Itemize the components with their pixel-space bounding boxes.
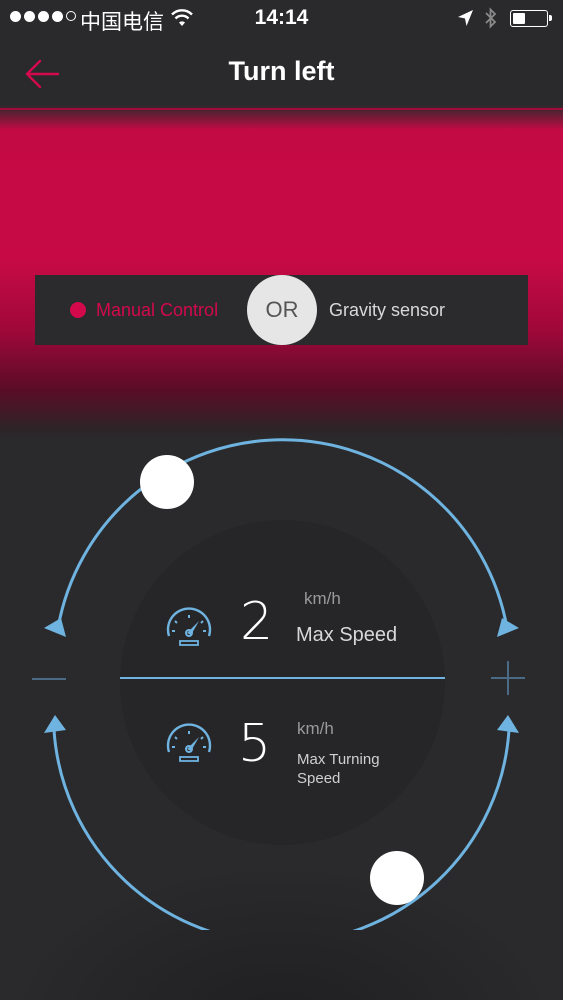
gravity-sensor-label: Gravity sensor xyxy=(329,299,446,320)
battery-icon xyxy=(510,10,552,27)
app-screen: 中国电信 14:14 Turn left Manual Control Grav… xyxy=(0,0,563,1000)
arrowhead-lower-left xyxy=(44,715,66,733)
turning-speed-knob[interactable] xyxy=(370,851,424,905)
page-title: Turn left xyxy=(228,56,335,86)
arrowhead-upper-left xyxy=(44,618,66,637)
max-speed-value: 2 xyxy=(240,592,274,652)
minus-icon xyxy=(32,678,66,680)
selected-indicator-dot xyxy=(70,302,86,318)
manual-control-option[interactable]: Manual Control xyxy=(70,275,218,345)
max-turning-speed-unit: km/h xyxy=(297,719,334,738)
max-speed-label: Max Speed xyxy=(296,624,398,646)
manual-control-label: Manual Control xyxy=(96,299,219,320)
arrowhead-upper-right xyxy=(497,618,519,637)
bluetooth-icon xyxy=(485,7,497,29)
decrease-button[interactable] xyxy=(32,671,66,687)
status-bar: 中国电信 14:14 xyxy=(0,0,563,38)
max-speed-knob[interactable] xyxy=(140,455,194,509)
navigation-bar: Turn left xyxy=(0,38,563,108)
dial-center xyxy=(120,520,445,845)
speedometer-icon xyxy=(166,607,212,646)
max-turning-speed-label: Max Turning Speed xyxy=(297,751,380,787)
max-speed-unit: km/h xyxy=(304,589,341,608)
gravity-sensor-option[interactable]: Gravity sensor xyxy=(329,275,445,345)
increase-button[interactable] xyxy=(491,661,525,695)
max-turning-speed-value: 5 xyxy=(238,714,272,774)
dial-divider xyxy=(120,677,445,679)
arrowhead-lower-right xyxy=(497,715,519,733)
location-arrow-icon xyxy=(458,10,473,26)
nav-divider xyxy=(0,108,563,110)
clock: 14:14 xyxy=(254,6,309,29)
speedometer-icon xyxy=(166,723,212,762)
or-toggle-button[interactable]: OR xyxy=(247,275,317,345)
